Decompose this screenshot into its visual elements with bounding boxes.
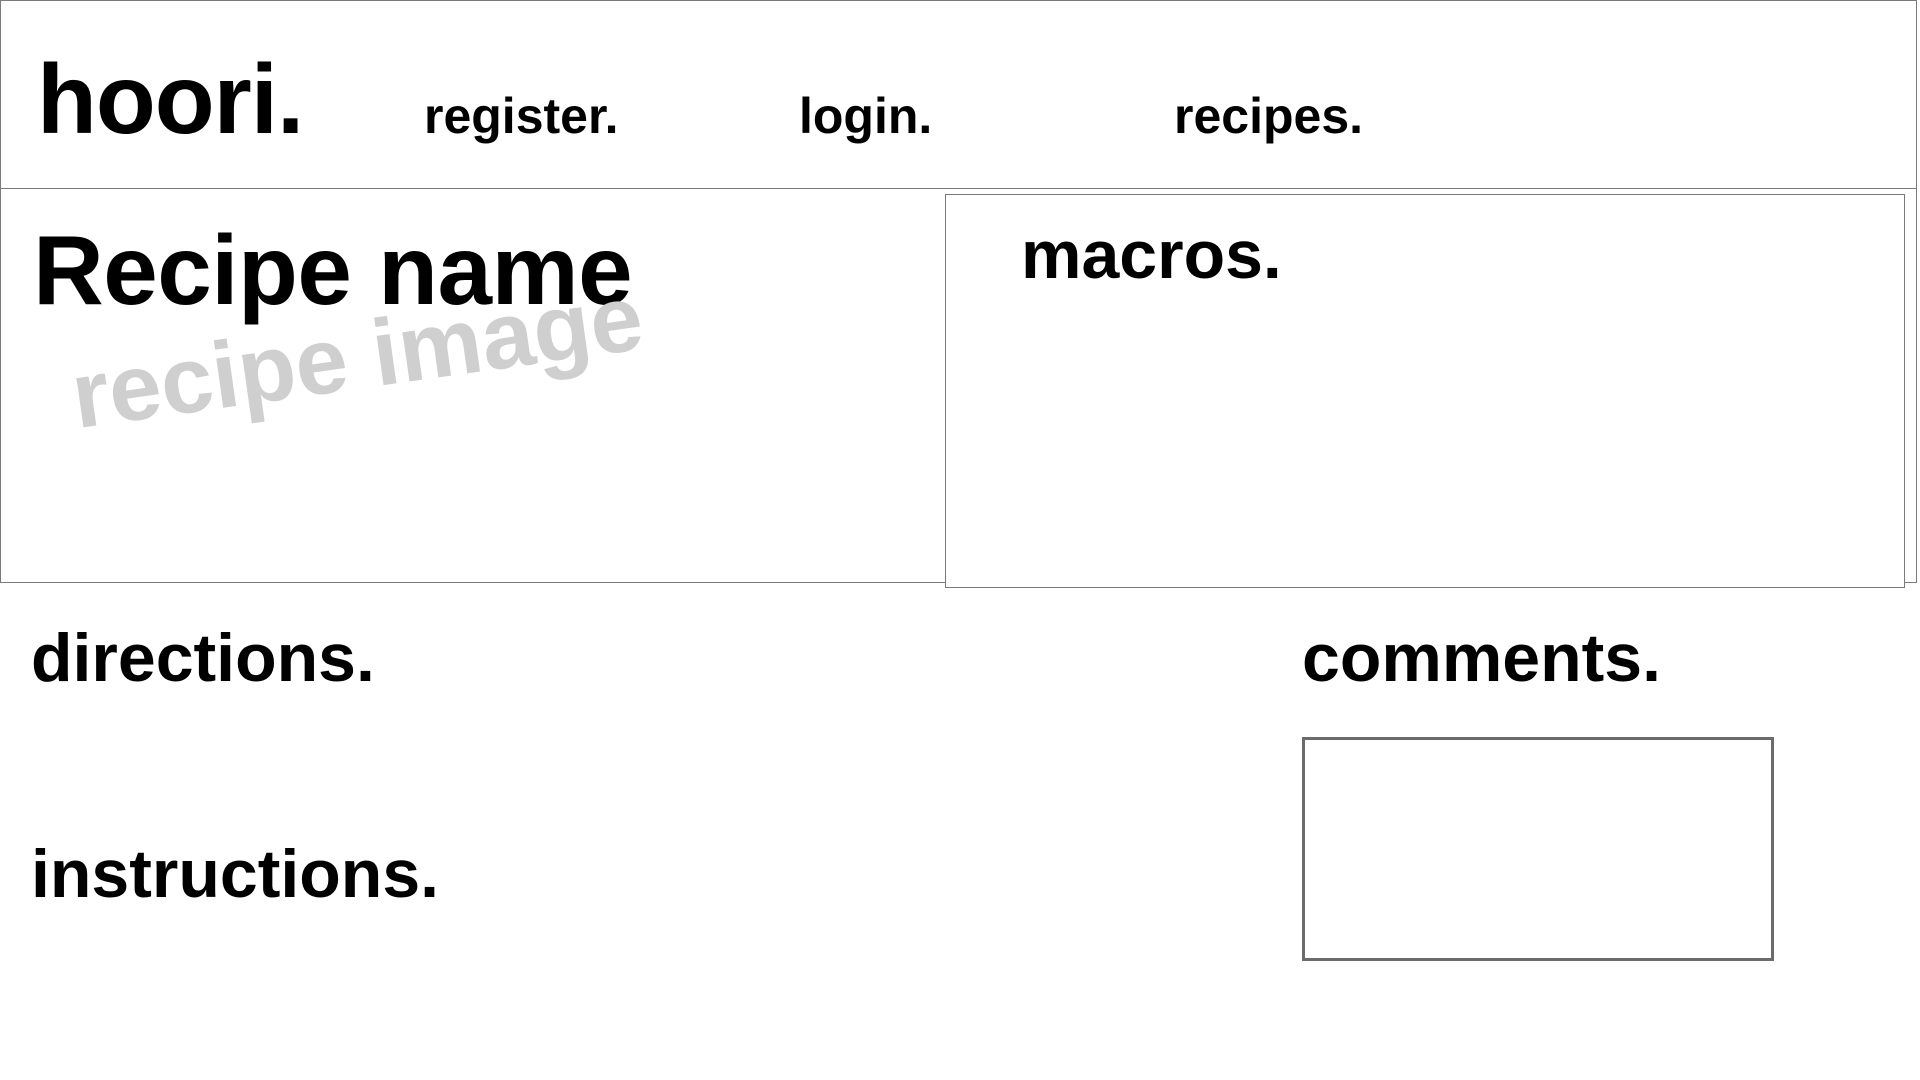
macros-heading: macros. bbox=[1021, 217, 1282, 293]
directions-heading: directions. bbox=[31, 620, 375, 696]
brand-logo[interactable]: hoori. bbox=[37, 50, 304, 148]
comments-heading: comments. bbox=[1302, 620, 1661, 696]
comment-input-box[interactable] bbox=[1302, 737, 1774, 961]
instructions-heading: instructions. bbox=[31, 836, 440, 912]
nav-recipes-link[interactable]: recipes. bbox=[1174, 91, 1363, 141]
nav-login-link[interactable]: login. bbox=[799, 91, 932, 141]
recipe-page: hoori. register. login. recipes. Recipe … bbox=[0, 0, 1920, 1080]
nav-register-link[interactable]: register. bbox=[424, 91, 619, 141]
